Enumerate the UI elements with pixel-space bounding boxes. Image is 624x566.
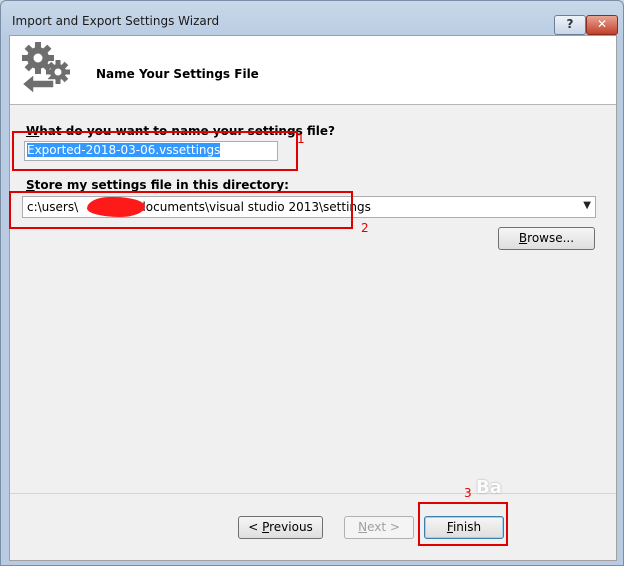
- annotation-number-3: 3: [464, 486, 472, 500]
- help-button[interactable]: ?: [554, 15, 586, 35]
- page-title: Name Your Settings File: [96, 67, 259, 81]
- annotation-number-2: 2: [361, 221, 369, 235]
- window-title: Import and Export Settings Wizard: [12, 14, 220, 28]
- annotation-box-1: [12, 131, 298, 171]
- wizard-window: Import and Export Settings Wizard ? ✕ Na…: [0, 0, 624, 566]
- annotation-box-2: [9, 191, 353, 229]
- wizard-header: Name Your Settings File: [10, 36, 616, 105]
- wizard-client-area: Name Your Settings File What do you want…: [9, 35, 617, 561]
- close-button[interactable]: ✕: [586, 15, 618, 35]
- footer-separator: [10, 493, 616, 494]
- annotation-number-1: 1: [297, 132, 305, 146]
- watermark-logo: Ba: [476, 477, 502, 498]
- previous-button[interactable]: < Previous: [238, 516, 323, 539]
- directory-field-label: Store my settings file in this directory…: [26, 178, 289, 192]
- next-button[interactable]: Next >: [344, 516, 414, 539]
- title-bar: Import and Export Settings Wizard ? ✕: [1, 1, 623, 35]
- browse-button[interactable]: Browse...: [498, 227, 595, 250]
- dropdown-arrow-icon[interactable]: ▼: [583, 200, 591, 211]
- annotation-box-3: [418, 502, 508, 546]
- gears-arrow-icon: [20, 42, 70, 96]
